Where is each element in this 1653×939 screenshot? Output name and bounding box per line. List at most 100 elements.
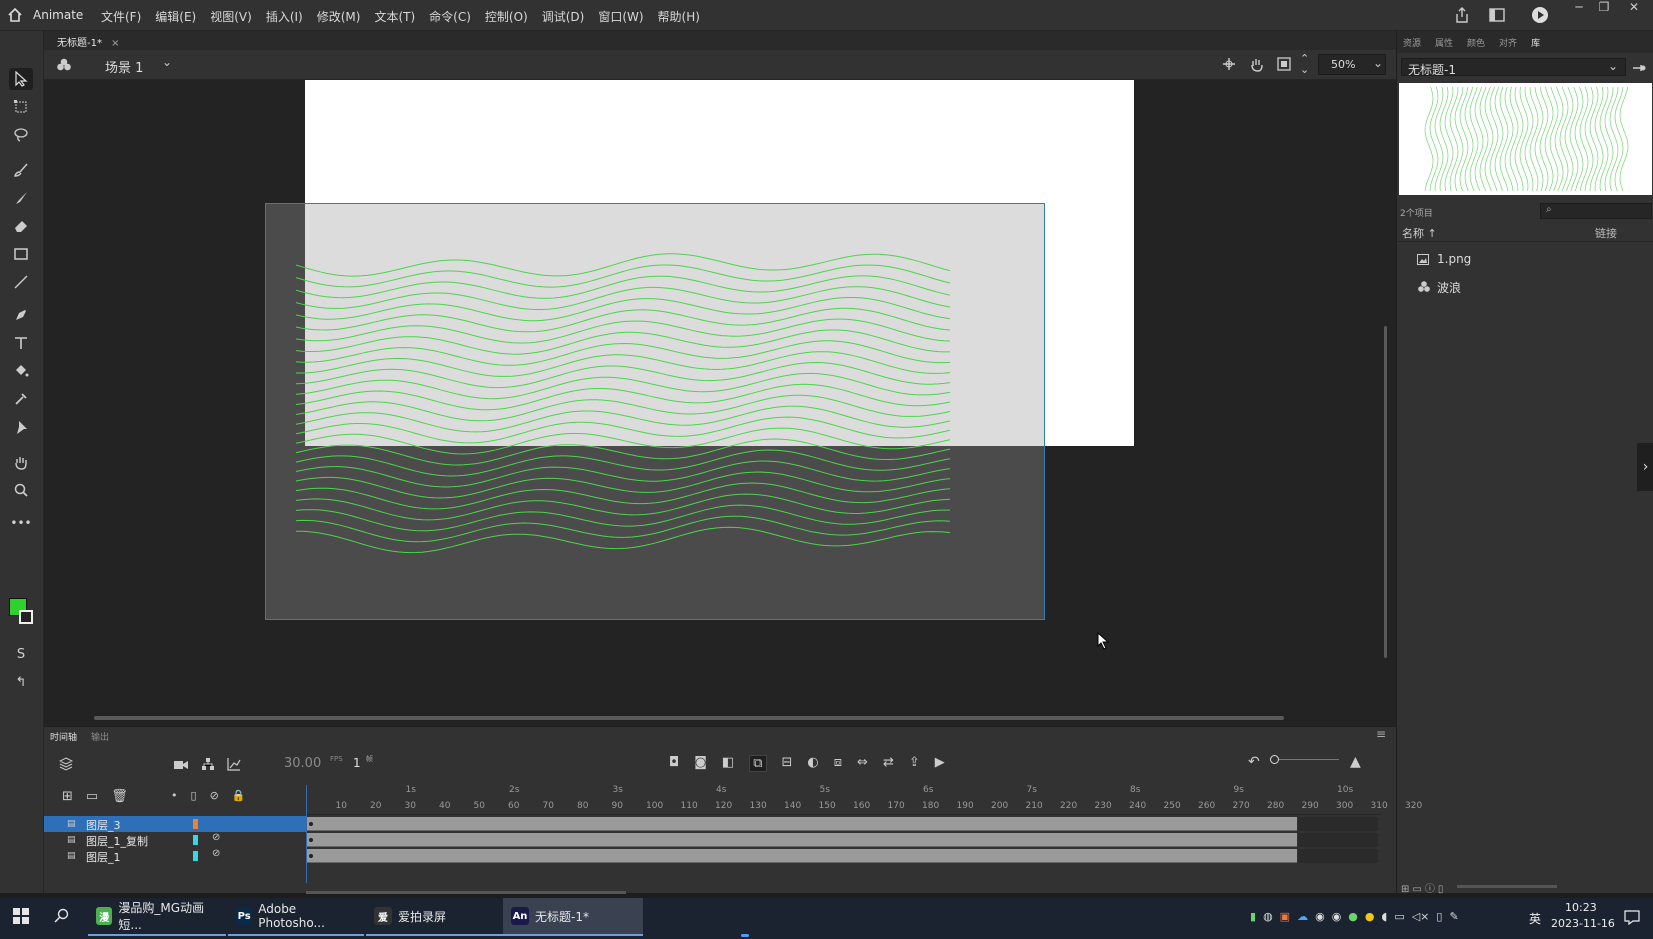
paint-bucket-tool-icon[interactable] — [9, 360, 33, 382]
zoom-timeline-handle[interactable] — [1270, 755, 1279, 764]
stage-area[interactable] — [44, 80, 1396, 729]
volume-muted-icon[interactable]: ◁× — [1412, 910, 1430, 923]
clock-date[interactable]: 2023-11-16 — [1551, 917, 1615, 930]
menu-item[interactable]: 插入(I) — [265, 7, 304, 26]
classic-tween-icon[interactable]: ◐ — [807, 755, 818, 772]
layer-name[interactable]: 图层_1 — [86, 849, 121, 865]
column-link[interactable]: 链接 — [1595, 225, 1617, 241]
smooth-icon[interactable]: ↰ — [9, 671, 33, 693]
test-movie-icon[interactable] — [1531, 6, 1549, 27]
hand-tool-icon[interactable] — [9, 451, 33, 473]
menu-item[interactable]: 窗口(W) — [597, 7, 644, 26]
undo-icon[interactable]: ↶ — [1248, 754, 1260, 770]
panel-tab[interactable]: 属性 — [1435, 36, 1453, 49]
close-tab-icon[interactable]: × — [111, 38, 119, 49]
layer-color-chip[interactable] — [193, 835, 198, 845]
menu-item[interactable]: 视图(V) — [209, 7, 253, 26]
snap-icon[interactable]: S — [9, 643, 33, 665]
delete-frame-icon[interactable]: ⊟ — [782, 755, 793, 772]
battery-app-icon[interactable]: ▮ — [1250, 910, 1256, 923]
pin-tool-icon[interactable] — [9, 416, 33, 438]
menu-item[interactable]: 编辑(E) — [154, 7, 197, 26]
zoom-stepper-icon[interactable]: ⌃ ⌄ — [1300, 53, 1309, 75]
motion-tween-icon[interactable]: ⧈ — [834, 755, 842, 772]
keyframe-dot[interactable] — [309, 838, 313, 842]
microphone-icon[interactable]: ◖ — [1382, 910, 1388, 923]
pen-tool-icon[interactable] — [9, 304, 33, 326]
delete-layer-icon[interactable]: 🗑 — [111, 789, 128, 804]
notification-icon[interactable] — [1624, 909, 1640, 928]
tray-app-icon[interactable]: ▣ — [1280, 910, 1290, 923]
restore-button[interactable]: ❐ — [1592, 0, 1616, 16]
layer-color-chip[interactable] — [193, 851, 198, 861]
graph-icon[interactable] — [227, 757, 241, 774]
zoom-timeline-slider[interactable] — [1274, 759, 1339, 760]
usb-icon[interactable]: ▯ — [1436, 910, 1442, 923]
layer-row[interactable]: ▤ 图层_3 — [44, 816, 1396, 833]
scene-dropdown-icon[interactable]: ⌄ — [162, 55, 172, 69]
brush-tool-icon[interactable] — [9, 187, 33, 209]
layer-frames[interactable] — [307, 849, 1297, 863]
taskbar-app[interactable]: 爱爱拍录屏 — [366, 898, 504, 936]
panel-tab[interactable]: 颜色 — [1467, 36, 1485, 49]
line-tool-icon[interactable] — [9, 271, 33, 293]
horizontal-scrollbar[interactable] — [94, 716, 1284, 720]
close-button[interactable]: ✕ — [1622, 0, 1646, 16]
pin-library-icon[interactable] — [1632, 62, 1646, 76]
pen-icon[interactable]: ✎ — [1449, 910, 1458, 923]
menu-item[interactable]: 文件(F) — [100, 7, 142, 26]
wechat-icon[interactable]: ● — [1348, 910, 1358, 923]
timeline-scrollbar[interactable] — [306, 891, 626, 894]
zoom-select[interactable]: 50% ⌄ — [1318, 54, 1386, 75]
menu-item[interactable]: 调试(D) — [541, 7, 586, 26]
insert-frame-icon[interactable]: ◧ — [722, 755, 734, 772]
tab-output[interactable]: 输出 — [91, 730, 109, 743]
menu-item[interactable]: 控制(O) — [484, 7, 529, 26]
vertical-scrollbar[interactable] — [1384, 326, 1387, 658]
lock-icon[interactable]: 🔒 — [232, 789, 246, 802]
empty-frames[interactable] — [1298, 833, 1378, 847]
zoom-tool-icon[interactable] — [9, 479, 33, 501]
menu-item[interactable]: 修改(M) — [316, 7, 362, 26]
network-icon[interactable]: ▭ — [1394, 910, 1404, 923]
library-document-select[interactable]: 无标题-1 ⌄ — [1401, 58, 1626, 77]
new-layer-icon[interactable]: ⊞ — [62, 789, 73, 804]
menu-item[interactable]: 文本(T) — [373, 7, 416, 26]
keyframe-dot[interactable] — [309, 854, 313, 858]
column-name[interactable]: 名称 ↑ — [1402, 225, 1437, 241]
menu-item[interactable]: 命令(C) — [428, 7, 472, 26]
layer-frames[interactable] — [307, 817, 1297, 831]
onion-skin-icon[interactable]: ⧉ — [749, 755, 767, 772]
selection-tool-icon[interactable] — [9, 68, 33, 90]
tab-timeline[interactable]: 时间轴 — [50, 730, 77, 743]
ime-indicator[interactable]: 英 — [1529, 910, 1541, 927]
layer-name[interactable]: 图层_3 — [86, 817, 121, 833]
lasso-tool-icon[interactable] — [9, 124, 33, 146]
text-tool-icon[interactable] — [9, 332, 33, 354]
rectangle-tool-icon[interactable] — [9, 243, 33, 265]
home-icon[interactable] — [7, 7, 23, 23]
hidden-eye-icon[interactable]: ⊘ — [212, 848, 220, 859]
library-scrollbar[interactable] — [1457, 885, 1557, 888]
more-tools-icon[interactable]: ••• — [9, 512, 33, 534]
camera-icon[interactable] — [174, 759, 188, 773]
eyedropper-tool-icon[interactable] — [9, 388, 33, 410]
layer-frames[interactable] — [307, 833, 1297, 847]
minimize-button[interactable]: ─ — [1567, 0, 1591, 16]
taskbar-app[interactable]: An 无标题-1* — [503, 898, 643, 936]
layer-color-chip[interactable] — [193, 819, 198, 829]
panel-tab[interactable]: 对齐 — [1499, 36, 1517, 49]
tray-app-icon[interactable]: ● — [1365, 910, 1375, 923]
workspace-icon[interactable] — [1489, 8, 1505, 25]
library-item[interactable]: 波浪 — [1411, 278, 1641, 296]
insert-blank-keyframe-icon[interactable]: ◙ — [694, 755, 707, 772]
parenting-icon[interactable] — [201, 757, 215, 774]
layer-name[interactable]: 图层_1_复制 — [86, 833, 148, 849]
collapse-panel-button[interactable]: › — [1637, 443, 1653, 491]
start-icon[interactable] — [13, 908, 29, 927]
keyframe-dot[interactable] — [309, 822, 313, 826]
stroke-color-swatch[interactable] — [19, 610, 33, 624]
center-stage-icon[interactable] — [1222, 57, 1236, 74]
play-icon[interactable]: ▶ — [935, 755, 945, 772]
loop-icon[interactable]: ⇄ — [883, 755, 894, 772]
